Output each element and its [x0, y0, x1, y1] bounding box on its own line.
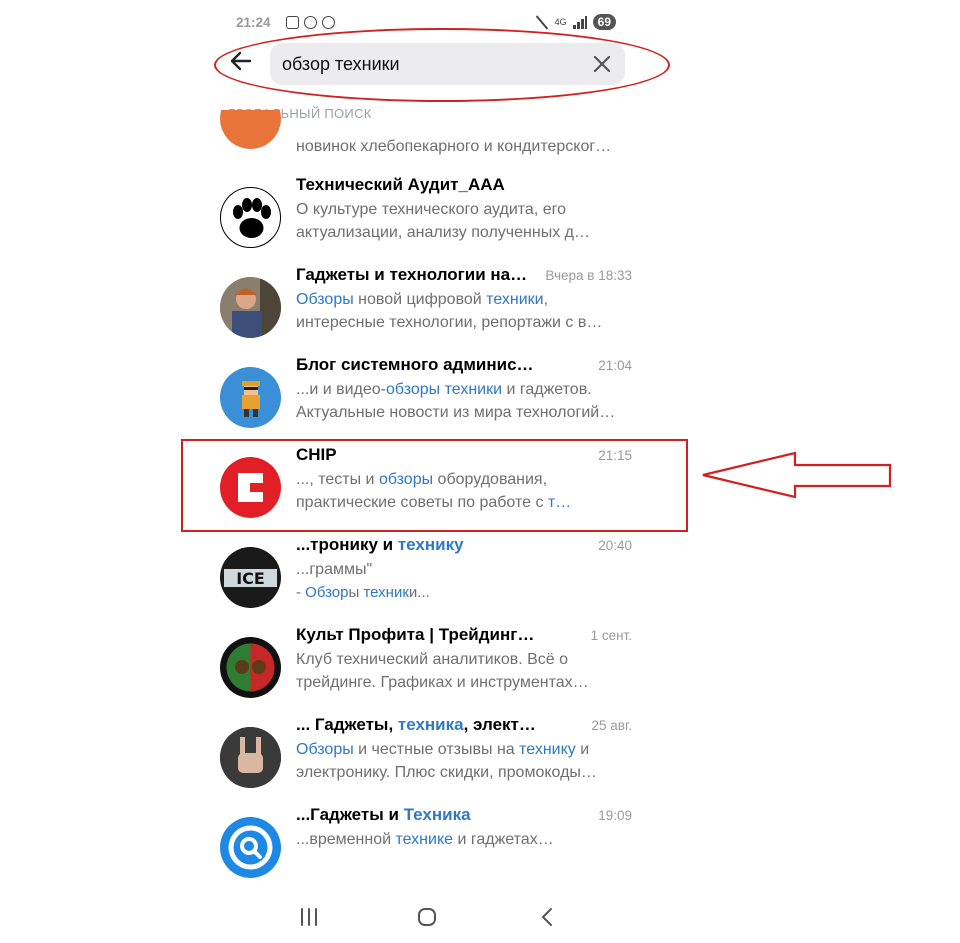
- chat-time: Вчера в 18:33: [545, 268, 632, 283]
- chat-item-sysadmin-blog[interactable]: Блог системного администрато… 21:04 ...и…: [220, 352, 634, 442]
- bull-bear-icon: [220, 637, 281, 698]
- screenshot-icon: [286, 16, 299, 29]
- chat-title: ...Гаджеты и Техника: [296, 805, 471, 824]
- chat-preview-line1: ...граммы": [296, 561, 373, 578]
- list-item-partial[interactable]: новинок хлебопекарного и кондитерског…: [220, 110, 634, 162]
- svg-text:ICE: ICE: [236, 569, 265, 588]
- chat-time: 19:09: [598, 808, 632, 823]
- chat-preview-line1: Клуб технический аналитиков. Всё о: [296, 651, 569, 668]
- avatar: [220, 110, 281, 149]
- person-photo: [220, 277, 281, 338]
- signal-icon: [572, 15, 587, 29]
- chat-title: Гаджеты и технологии на…: [296, 265, 528, 284]
- network-type: 4G: [554, 17, 567, 27]
- recent-apps-icon[interactable]: [298, 906, 320, 928]
- status-bar: 21:24 4G 69: [236, 14, 616, 34]
- annotation-box: [181, 439, 688, 532]
- chat-item-ice[interactable]: ICE ...тронику и технику 20:40 ...граммы…: [220, 532, 634, 622]
- chat-preview-line1: Обзоры и честные отзывы на технику и: [296, 741, 590, 758]
- chat-time: 25 авг.: [591, 718, 632, 733]
- chat-title: ...тронику и технику: [296, 535, 464, 554]
- ice-logo-icon: ICE: [220, 547, 281, 608]
- back-arrow-icon[interactable]: [228, 48, 254, 74]
- partial-line: новинок хлебопекарного и кондитерског…: [296, 138, 612, 155]
- chat-preview-line2: интересные технологии, репортажи с в…: [296, 314, 603, 331]
- chat-preview-line2: трейдинге. Графиках и инструментах…: [296, 674, 589, 691]
- chat-preview-line2: - Обзоры техники...: [296, 584, 430, 601]
- clear-icon[interactable]: [591, 53, 613, 75]
- search-input[interactable]: [282, 43, 582, 85]
- chat-preview-line2: Актуальные новости из мира технологий…: [296, 404, 616, 421]
- chat-item-gadgets-tech[interactable]: Гаджеты и технологии на… Вчера в 18:33 О…: [220, 262, 634, 352]
- chat-title: Блог системного администрато…: [296, 355, 536, 374]
- chat-title: Культ Профита | Трейдинг и те…: [296, 625, 536, 644]
- chat-time: 1 сент.: [590, 628, 632, 643]
- search-box[interactable]: [270, 43, 625, 85]
- chat-preview-line2: актуализации, анализу полученных д…: [296, 224, 590, 241]
- home-icon[interactable]: [416, 906, 438, 928]
- chat-title: ... Гаджеты, техника, электрон…: [296, 715, 536, 734]
- paw-icon: [220, 187, 281, 248]
- chat-preview-line1: О культуре технического аудита, его: [296, 201, 566, 218]
- pixel-character-icon: [220, 367, 281, 428]
- chat-item-gadgets-technika[interactable]: ...Гаджеты и Техника 19:09 ...временной …: [220, 802, 634, 892]
- status-icons: 4G 69: [535, 14, 616, 30]
- message-icon: [304, 16, 317, 29]
- battery-indicator: 69: [592, 14, 616, 30]
- chat-preview-line2: электронику. Плюс скидки, промокоды…: [296, 764, 597, 781]
- chat-item-tech-audit[interactable]: Технический Аудит_ААА О культуре техниче…: [220, 172, 634, 262]
- sync-icon: [322, 16, 335, 29]
- chat-item-kult-profita[interactable]: Культ Профита | Трейдинг и те… 1 сент. К…: [220, 622, 634, 712]
- annotation-arrow-icon: [702, 451, 892, 499]
- back-nav-icon[interactable]: [538, 906, 556, 928]
- search-q-icon: [220, 817, 281, 878]
- chat-title: Технический Аудит_ААА: [296, 175, 505, 194]
- chat-preview-line1: ...временной технике и гаджетах…: [296, 831, 554, 848]
- rock-hand-icon: [220, 727, 281, 788]
- mute-icon: [535, 15, 549, 29]
- chat-preview-line1: Обзоры новой цифровой техники,: [296, 291, 549, 308]
- chat-time: 21:04: [598, 358, 632, 373]
- chat-preview-line1: ...и и видео-обзоры техники и гаджетов.: [296, 381, 592, 398]
- chat-item-gadgets-electronics[interactable]: ... Гаджеты, техника, электрон… 25 авг. …: [220, 712, 634, 802]
- chat-time: 20:40: [598, 538, 632, 553]
